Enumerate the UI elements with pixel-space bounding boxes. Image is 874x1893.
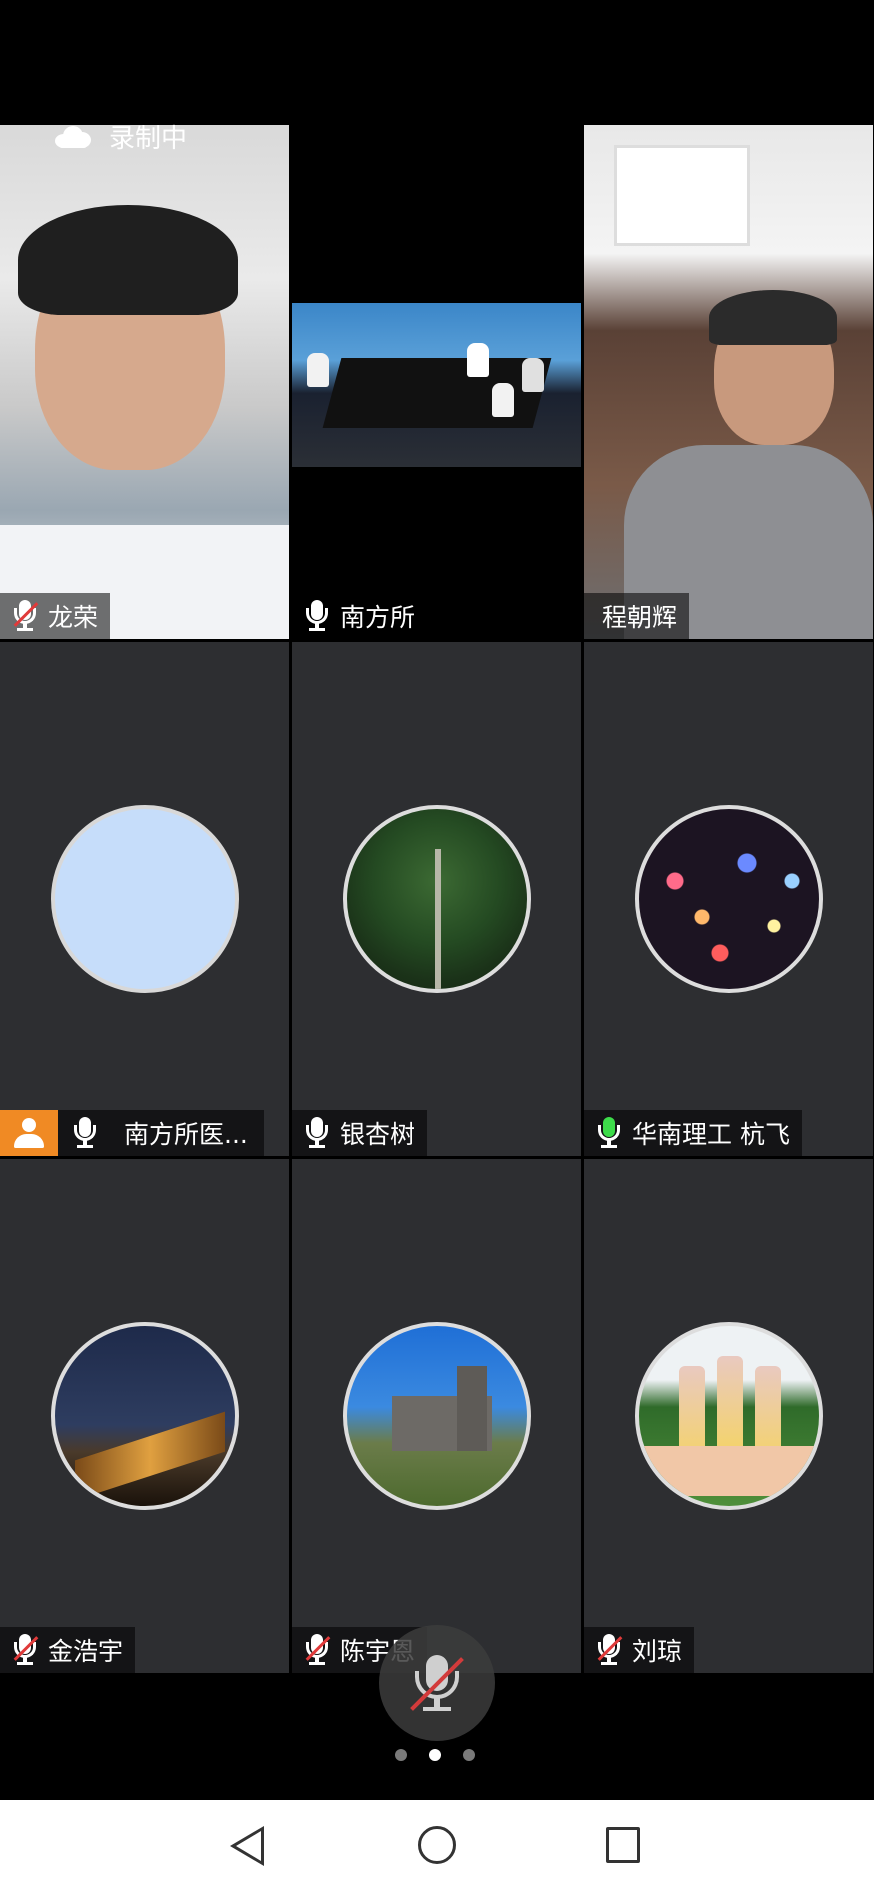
participant-name: 龙荣 — [48, 603, 99, 632]
mic-muted-icon — [12, 600, 39, 632]
page-indicator[interactable] — [395, 1749, 475, 1761]
participant-name-tag: 龙荣 — [0, 593, 111, 639]
avatar — [50, 1322, 239, 1510]
page-dot[interactable] — [395, 1749, 407, 1761]
participant-name-tag: 华南理工 杭飞 — [584, 1110, 802, 1156]
cloud-icon — [55, 125, 91, 148]
avatar — [342, 1322, 531, 1510]
participant-name-tag: 银杏树 — [292, 1110, 428, 1156]
home-icon[interactable] — [418, 1826, 456, 1864]
avatar — [634, 805, 823, 993]
avatar — [50, 805, 239, 993]
system-nav-bar — [0, 1800, 874, 1893]
page-dot[interactable] — [463, 1749, 475, 1761]
mic-icon — [304, 1117, 330, 1149]
participant-name: 金浩宇 — [48, 1637, 124, 1666]
participant-tile[interactable]: 刘琼 — [584, 1159, 873, 1673]
participant-name-tag: 金浩宇 — [0, 1627, 136, 1673]
host-icon — [0, 1110, 58, 1156]
participant-name-tag: 程朝辉 — [584, 593, 690, 639]
participant-tile[interactable]: 南方所 — [292, 125, 581, 639]
participant-tile[interactable]: 龙荣 — [0, 125, 289, 639]
participant-name: 南方所医... — [124, 1120, 248, 1149]
participant-tile[interactable]: 程朝辉 — [584, 125, 873, 639]
participant-name: 银杏树 — [340, 1120, 416, 1149]
mute-toggle-button[interactable] — [379, 1625, 495, 1741]
page-dot-active[interactable] — [429, 1749, 441, 1761]
participant-tile[interactable]: 金浩宇 — [0, 1159, 289, 1673]
participant-name: 华南理工 杭飞 — [632, 1120, 790, 1149]
participant-tile[interactable]: 华南理工 杭飞 — [584, 642, 873, 1156]
participant-name: 南方所 — [340, 603, 416, 632]
mic-muted-icon — [12, 1634, 39, 1666]
participant-tile[interactable]: 银杏树 — [292, 642, 581, 1156]
participant-name: 刘琼 — [632, 1637, 683, 1666]
mic-speaking-icon — [596, 1117, 622, 1149]
recents-icon[interactable] — [606, 1827, 640, 1863]
conference-room-video — [292, 303, 581, 467]
recording-label: 录制中 — [109, 124, 188, 154]
participant-tile[interactable]: 陈宇恩 — [292, 1159, 581, 1673]
avatar — [342, 805, 531, 993]
mic-muted-icon — [304, 1634, 331, 1666]
participant-tile[interactable]: 南方所医... — [0, 642, 289, 1156]
participant-name-tag: 刘琼 — [584, 1627, 695, 1673]
mic-icon — [72, 1117, 98, 1149]
mic-icon — [304, 600, 330, 632]
participant-name-tag: 南方所 — [292, 593, 428, 639]
back-icon[interactable] — [230, 1826, 264, 1866]
participant-name-tag: 南方所医... — [0, 1110, 264, 1156]
avatar — [634, 1322, 823, 1510]
recording-indicator: 录制中 — [55, 118, 187, 155]
participant-name: 程朝辉 — [602, 603, 678, 632]
mic-muted-icon — [596, 1634, 623, 1666]
